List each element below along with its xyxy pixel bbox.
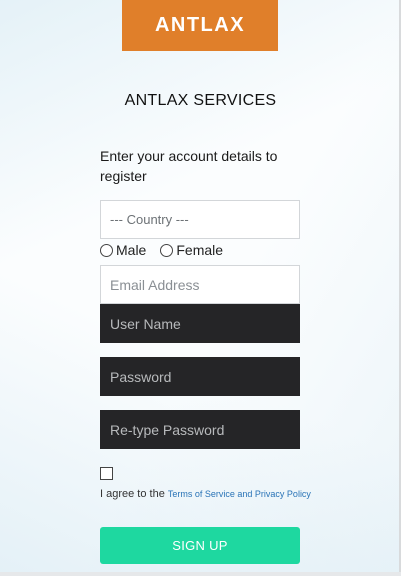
country-select-value: --- Country --- xyxy=(110,212,189,227)
logo-text: ANTLAX xyxy=(154,14,246,36)
country-select[interactable]: --- Country --- xyxy=(100,200,300,239)
bottom-border xyxy=(0,572,401,576)
username-field[interactable] xyxy=(100,304,300,343)
terms-agreement: I agree to the Terms of Service and Priv… xyxy=(100,486,315,502)
male-radio[interactable] xyxy=(100,243,113,257)
password-field[interactable] xyxy=(100,357,300,396)
page-title: ANTLAX SERVICES xyxy=(124,92,277,109)
sign-up-button[interactable]: SIGN UP xyxy=(100,527,300,564)
female-label: Female xyxy=(176,242,224,258)
register-instructions: Enter your account details to register xyxy=(100,148,278,184)
email-field[interactable] xyxy=(100,265,300,304)
terms-link[interactable]: Terms of Service and Privacy Policy xyxy=(168,489,311,499)
female-radio[interactable] xyxy=(160,243,174,257)
retype-password-field[interactable] xyxy=(100,410,300,449)
male-label: Male xyxy=(116,242,147,258)
terms-checkbox[interactable] xyxy=(100,467,113,480)
terms-prefix: I agree to the xyxy=(100,488,165,500)
brand-logo: ANTLAX xyxy=(122,0,278,51)
gender-options: Male Female xyxy=(100,241,223,259)
